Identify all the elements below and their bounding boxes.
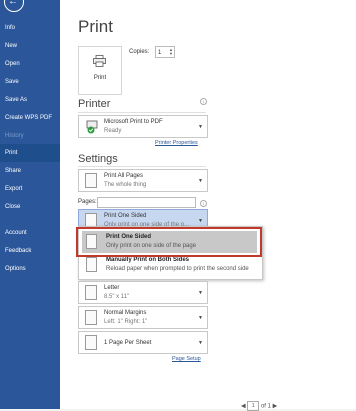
chevron-down-icon: ▼ bbox=[198, 290, 203, 296]
printer-ready-icon bbox=[86, 120, 98, 134]
sides-title: Print One Sided bbox=[104, 213, 147, 219]
sidebar-item-close[interactable]: Close bbox=[0, 198, 60, 216]
sidebar-item-info[interactable]: Info bbox=[0, 19, 60, 37]
sidebar-item-open[interactable]: Open bbox=[0, 55, 60, 73]
backstage-sidebar: ← Info New Open Save Save As Create WPS … bbox=[0, 0, 60, 409]
sidebar-item-save-as[interactable]: Save As bbox=[0, 91, 60, 109]
chevron-down-icon: ▼ bbox=[198, 218, 203, 224]
printer-name: Microsoft Print to PDF bbox=[104, 119, 163, 125]
print-button[interactable]: Print bbox=[78, 46, 122, 95]
sidebar-item-feedback[interactable]: Feedback bbox=[0, 242, 60, 260]
print-range-title: Print All Pages bbox=[104, 173, 144, 179]
sidebar-item-create-wps-pdf[interactable]: Create WPS PDF bbox=[0, 109, 60, 127]
printer-divider bbox=[78, 112, 206, 113]
pages-label: Pages: bbox=[78, 199, 97, 205]
menu-item-subtitle: Reload paper when prompted to print the … bbox=[106, 266, 249, 272]
sidebar-item-export[interactable]: Export bbox=[0, 180, 60, 198]
margins-title: Normal Margins bbox=[104, 310, 147, 316]
menu-item-manual-duplex[interactable]: Manually Print on Both Sides Reload pape… bbox=[82, 254, 257, 276]
chevron-down-icon: ▼ bbox=[198, 340, 203, 346]
copies-stepper[interactable]: 1 ▲ ▼ bbox=[155, 46, 175, 58]
pages-input[interactable] bbox=[97, 197, 196, 208]
pages-per-sheet-dropdown[interactable]: 1 Page Per Sheet ▼ bbox=[78, 331, 208, 354]
margins-icon bbox=[85, 310, 97, 325]
paper-title: Letter bbox=[104, 285, 120, 291]
printer-properties-link[interactable]: Printer Properties bbox=[155, 140, 198, 146]
info-icon[interactable]: i bbox=[200, 98, 207, 105]
print-panel: Print Print Copies: 1 ▲ ▼ Printer i Micro… bbox=[60, 0, 356, 411]
printer-status: Ready bbox=[104, 128, 122, 134]
page-navigator: ◀ 1 of 1 ▶ bbox=[241, 401, 277, 411]
paper-icon bbox=[85, 285, 97, 300]
chevron-down-icon: ▼ bbox=[198, 178, 203, 184]
printer-dropdown[interactable]: Microsoft Print to PDF Ready ▼ bbox=[78, 115, 208, 138]
highlight-box bbox=[76, 227, 262, 257]
settings-heading: Settings bbox=[78, 153, 118, 165]
page-title: Print bbox=[78, 17, 113, 36]
printer-heading: Printer bbox=[78, 98, 111, 110]
two-sided-icon bbox=[86, 257, 97, 272]
page-setup-link[interactable]: Page Setup bbox=[172, 356, 201, 362]
per-sheet-title: 1 Page Per Sheet bbox=[104, 340, 152, 346]
sidebar-item-save[interactable]: Save bbox=[0, 73, 60, 91]
sidebar-item-share[interactable]: Share bbox=[0, 162, 60, 180]
back-arrow-icon[interactable]: ← bbox=[4, 0, 24, 12]
menu-item-title: Manually Print on Both Sides bbox=[106, 257, 190, 263]
print-range-subtitle: The whole thing bbox=[104, 182, 147, 188]
copies-value: 1 bbox=[158, 50, 162, 56]
sidebar-item-options[interactable]: Options bbox=[0, 260, 60, 278]
paper-subtitle: 8.5" x 11" bbox=[104, 294, 130, 300]
spinner-arrows-icon[interactable]: ▲ ▼ bbox=[169, 48, 173, 56]
sidebar-item-print[interactable]: Print bbox=[0, 144, 60, 162]
sidebar-item-account[interactable]: Account bbox=[0, 224, 60, 242]
sidebar-item-history: History bbox=[5, 133, 24, 139]
chevron-down-icon: ▼ bbox=[198, 315, 203, 321]
info-icon[interactable]: i bbox=[200, 200, 207, 207]
copies-label: Copies: bbox=[129, 49, 150, 55]
chevron-down-icon: ▼ bbox=[198, 124, 203, 130]
margins-dropdown[interactable]: Normal Margins Left: 1" Right: 1" ▼ bbox=[78, 306, 208, 329]
print-range-dropdown[interactable]: Print All Pages The whole thing ▼ bbox=[78, 169, 208, 192]
paper-size-dropdown[interactable]: Letter 8.5" x 11" ▼ bbox=[78, 281, 208, 304]
page-per-sheet-icon bbox=[85, 335, 97, 350]
margins-subtitle: Left: 1" Right: 1" bbox=[104, 319, 148, 325]
printer-icon bbox=[93, 55, 106, 67]
print-button-label: Print bbox=[93, 75, 107, 81]
document-icon bbox=[85, 173, 97, 188]
sidebar-item-new[interactable]: New bbox=[0, 37, 60, 55]
settings-divider bbox=[78, 166, 206, 167]
page-number-input[interactable]: 1 bbox=[247, 401, 260, 411]
